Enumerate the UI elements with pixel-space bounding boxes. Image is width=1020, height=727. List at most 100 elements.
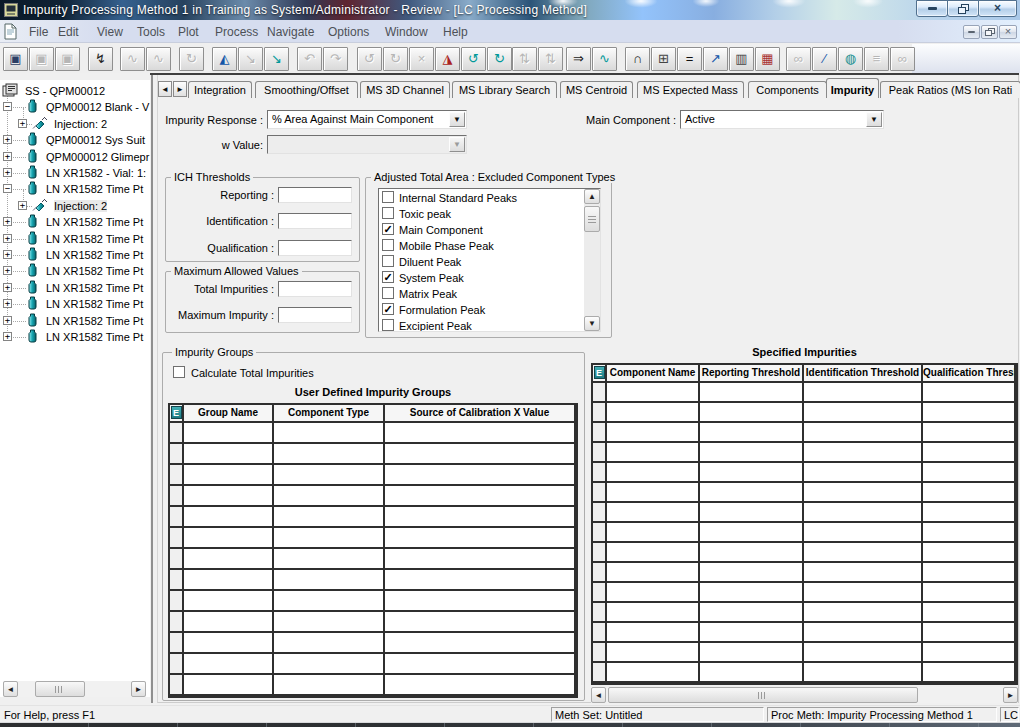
mdi-close-button[interactable]: ×	[999, 25, 1017, 39]
table-cell[interactable]	[184, 633, 274, 654]
menu-help[interactable]: Help	[443, 25, 468, 39]
minimize-button[interactable]	[916, 0, 948, 17]
checkbox-unchecked-icon[interactable]	[382, 255, 394, 267]
specified-impurities-row[interactable]	[593, 623, 1016, 643]
dropdown-arrow-icon[interactable]: ▼	[866, 112, 882, 127]
table-cell[interactable]	[700, 663, 804, 683]
impurity-groups-corner-cell[interactable]: E	[170, 405, 184, 423]
impurity-groups-row[interactable]	[170, 507, 576, 528]
paste-page-button[interactable]: ▥	[729, 47, 754, 71]
table-cell[interactable]	[923, 563, 1016, 583]
table-cell[interactable]	[184, 444, 274, 465]
table-cell[interactable]	[184, 549, 274, 570]
impurity-groups-row[interactable]	[170, 549, 576, 570]
table-cell[interactable]	[804, 583, 923, 603]
tree-item[interactable]: +LN XR1582 - Vial: 1:	[0, 165, 150, 181]
table-cell[interactable]	[274, 486, 385, 507]
scroll-right-icon[interactable]: ►	[1003, 687, 1018, 703]
row-header-cell[interactable]	[593, 443, 607, 463]
table-cell[interactable]	[274, 612, 385, 633]
specified-impurities-row[interactable]	[593, 503, 1016, 523]
specified-impurities-column-header[interactable]: Identification Threshold	[804, 365, 923, 383]
table-cell[interactable]	[607, 643, 700, 663]
expand-icon[interactable]: +	[3, 135, 12, 144]
table-cell[interactable]	[385, 423, 576, 444]
expand-icon[interactable]: +	[3, 316, 12, 325]
impurity-groups-row[interactable]	[170, 591, 576, 612]
table-cell[interactable]	[804, 503, 923, 523]
table-cell[interactable]	[607, 443, 700, 463]
checkbox-checked-icon[interactable]: ✓	[382, 223, 394, 235]
specified-impurities-row[interactable]	[593, 603, 1016, 623]
table-cell[interactable]	[804, 463, 923, 483]
specified-impurities-row[interactable]	[593, 543, 1016, 563]
table-cell[interactable]	[804, 443, 923, 463]
table-cell[interactable]	[607, 603, 700, 623]
expand-icon[interactable]: +	[3, 250, 12, 259]
table-cell[interactable]	[385, 528, 576, 549]
table-cell[interactable]	[700, 383, 804, 403]
table-cell[interactable]	[923, 583, 1016, 603]
dropdown-arrow-icon[interactable]: ▼	[449, 137, 465, 152]
table-cell[interactable]	[804, 623, 923, 643]
table-cell[interactable]	[274, 570, 385, 591]
save-as-button[interactable]: ▣	[55, 47, 80, 71]
table-cell[interactable]	[804, 383, 923, 403]
specified-impurities-row[interactable]	[593, 563, 1016, 583]
expand-icon[interactable]: +	[18, 201, 27, 210]
table-cell[interactable]	[184, 423, 274, 444]
tree-item[interactable]: +LN XR1582 Time Pt	[0, 263, 150, 279]
database-disc-button[interactable]: ◍	[838, 47, 863, 71]
dropdown-arrow-icon[interactable]: ▼	[449, 112, 465, 127]
table-cell[interactable]	[700, 643, 804, 663]
menu-process[interactable]: Process	[215, 25, 258, 39]
trace-b-button[interactable]: ∿	[146, 47, 171, 71]
row-header-cell[interactable]	[170, 633, 184, 654]
review-b-button[interactable]: ∞	[890, 47, 915, 71]
scroll-left-icon[interactable]: ◄	[3, 681, 18, 697]
specified-impurities-row[interactable]	[593, 383, 1016, 403]
table-cell[interactable]	[184, 507, 274, 528]
table-cell[interactable]	[923, 383, 1016, 403]
tree-item[interactable]: +LN XR1582 Time Pt	[0, 280, 150, 296]
table-cell[interactable]	[700, 403, 804, 423]
checkbox-unchecked-icon[interactable]	[382, 191, 394, 203]
table-cell[interactable]	[274, 465, 385, 486]
sort-up-down-a-button[interactable]: ⇅	[512, 47, 537, 71]
table-cell[interactable]	[923, 443, 1016, 463]
table-cell[interactable]	[923, 523, 1016, 543]
tree-horizontal-scrollbar[interactable]: ◄►	[3, 681, 146, 697]
menu-plot[interactable]: Plot	[178, 25, 199, 39]
impurity-groups-row[interactable]	[170, 423, 576, 444]
row-header-cell[interactable]	[170, 612, 184, 633]
excluded-type-option[interactable]: ✓Formulation Peak	[379, 302, 583, 318]
specified-impurities-row[interactable]	[593, 463, 1016, 483]
excluded-type-option[interactable]: ✓System Peak	[379, 270, 583, 286]
w-value-combo[interactable]: ▼	[267, 135, 467, 154]
expand-icon[interactable]: +	[3, 266, 12, 275]
table-cell[interactable]	[607, 423, 700, 443]
table-cell[interactable]	[184, 465, 274, 486]
table-cell[interactable]	[804, 423, 923, 443]
table-cell[interactable]	[607, 503, 700, 523]
tab-scroll-right-button[interactable]: ►	[173, 81, 187, 97]
run-sample-button[interactable]: ⇒	[566, 47, 591, 71]
equals-button[interactable]: =	[677, 47, 702, 71]
tab-ms-3d-channel[interactable]: MS 3D Channel	[360, 81, 450, 98]
table-cell[interactable]	[184, 675, 274, 696]
expand-icon[interactable]: +	[3, 283, 12, 292]
collapse-icon[interactable]: −	[3, 184, 12, 193]
row-header-cell[interactable]	[593, 643, 607, 663]
row-header-cell[interactable]	[170, 423, 184, 444]
table-cell[interactable]	[607, 523, 700, 543]
row-header-cell[interactable]	[170, 444, 184, 465]
row-header-cell[interactable]	[593, 663, 607, 683]
row-header-cell[interactable]	[170, 528, 184, 549]
table-cell[interactable]	[274, 507, 385, 528]
menu-window[interactable]: Window	[385, 25, 428, 39]
specified-impurities-row[interactable]	[593, 423, 1016, 443]
menu-view[interactable]: View	[97, 25, 123, 39]
table-cell[interactable]	[923, 643, 1016, 663]
table-cell[interactable]	[804, 643, 923, 663]
checkbox-checked-icon[interactable]: ✓	[382, 271, 394, 283]
